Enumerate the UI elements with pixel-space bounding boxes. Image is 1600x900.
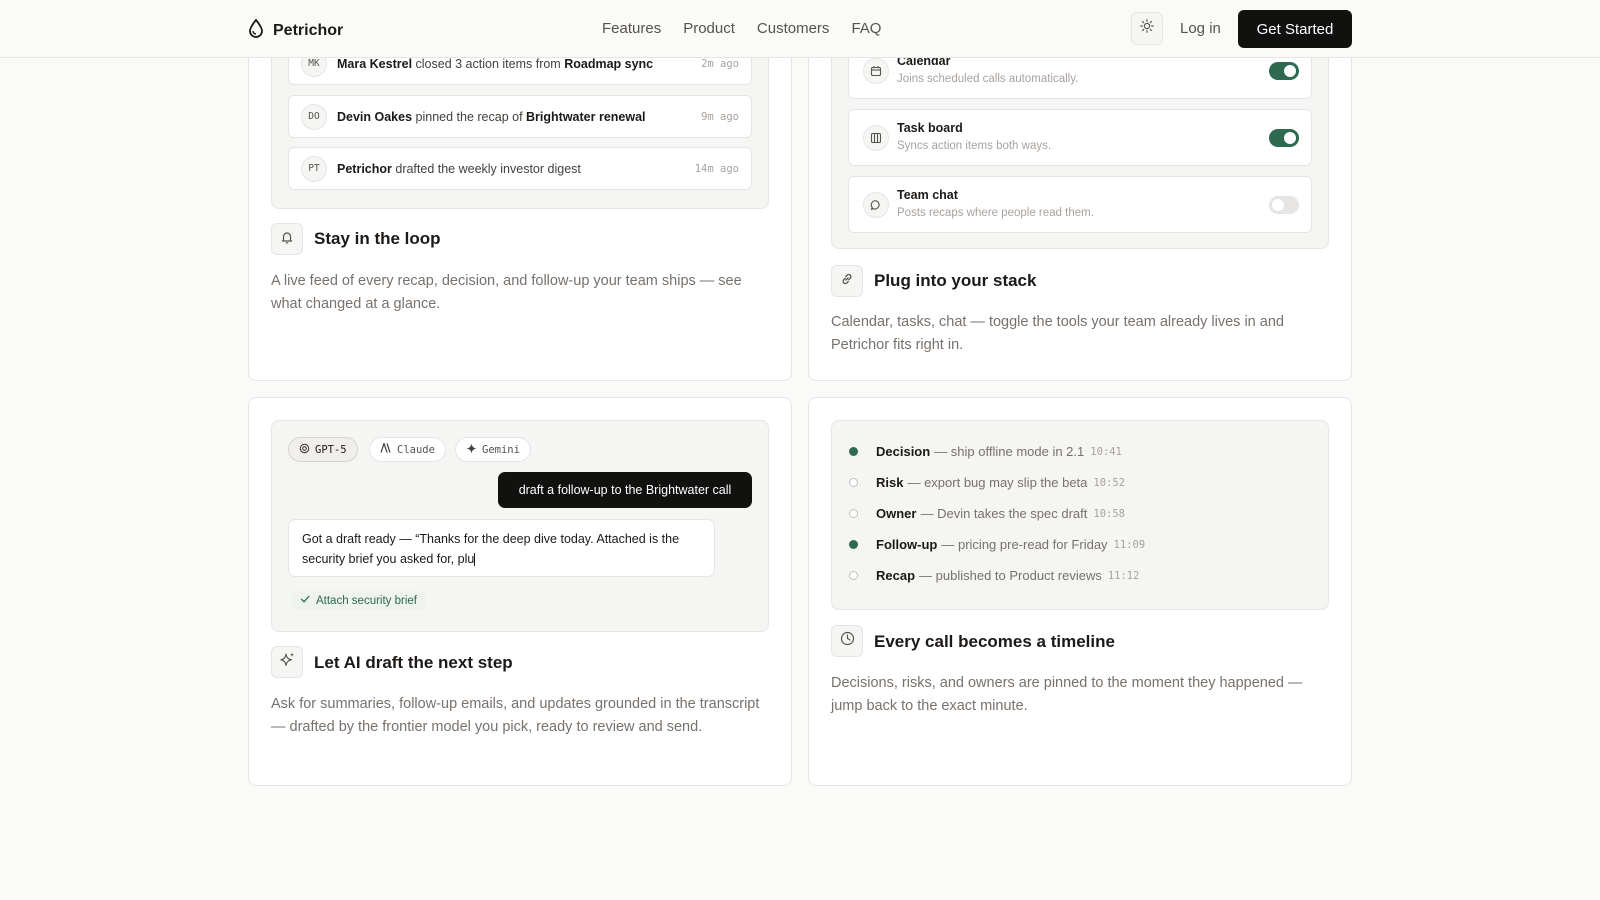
timeline-item[interactable]: Recap — published to Product reviews 11:… — [849, 568, 1139, 583]
ai-response-bubble: Got a draft ready — “Thanks for the deep… — [288, 519, 715, 577]
activity-text: Petrichor drafted the weekly investor di… — [337, 161, 581, 176]
activity-time: 9m ago — [701, 110, 739, 123]
timeline-item[interactable]: Risk — export bug may slip the beta 10:5… — [849, 475, 1125, 490]
nav-link-features[interactable]: Features — [602, 20, 661, 37]
model-chip-claude[interactable]: Claude — [369, 437, 446, 462]
drop-logo-icon — [248, 18, 264, 43]
link-icon — [840, 272, 854, 291]
text-cursor — [474, 553, 476, 567]
timeline-time: 11:09 — [1113, 538, 1146, 551]
timeline-dot — [849, 447, 858, 456]
timeline-time: 10:41 — [1090, 445, 1122, 458]
sparkles-icon — [279, 652, 295, 672]
timeline-dot — [849, 509, 858, 518]
model-name: Claude — [397, 443, 435, 456]
feature-title: Plug into your stack — [874, 271, 1037, 290]
model-name: GPT-5 — [315, 443, 347, 456]
top-nav: Petrichor Features Product Customers FAQ… — [0, 0, 1600, 58]
timeline-label: Follow-up — [876, 537, 938, 552]
nav-link-faq[interactable]: FAQ — [851, 20, 881, 37]
timeline-text: — pricing pre-read for Friday — [941, 537, 1108, 552]
anthropic-icon — [380, 441, 392, 456]
timeline-dot — [849, 571, 858, 580]
feature-description: Calendar, tasks, chat — toggle the tools… — [831, 314, 1284, 353]
feature-description: Ask for summaries, follow-up emails, and… — [271, 696, 760, 735]
activity-text: Devin Oakes pinned the recap of Brightwa… — [337, 109, 646, 124]
integration-name: Task board — [897, 121, 963, 135]
feature-title: Every call becomes a timeline — [874, 632, 1115, 651]
model-chip-gpt5[interactable]: GPT-5 — [288, 437, 358, 462]
nav-link-product[interactable]: Product — [683, 20, 735, 37]
action-label: Attach security brief — [316, 594, 417, 607]
timeline-label: Risk — [876, 475, 904, 490]
integration-description: Syncs action items both ways. — [897, 140, 1052, 152]
feature-icon-box — [831, 625, 863, 657]
theme-toggle-button[interactable] — [1131, 12, 1163, 45]
task-board-toggle[interactable] — [1269, 129, 1299, 147]
timeline-label: Recap — [876, 568, 916, 583]
check-icon — [300, 594, 310, 607]
bell-icon — [280, 230, 294, 249]
timeline-item[interactable]: Owner — Devin takes the spec draft 10:58 — [849, 506, 1125, 521]
timeline-item[interactable]: Decision — ship offline mode in 2.1 10:4… — [849, 444, 1122, 459]
kanban-icon — [863, 125, 889, 151]
calendar-toggle[interactable] — [1269, 62, 1299, 80]
integration-description: Posts recaps where people read them. — [897, 207, 1094, 219]
login-link[interactable]: Log in — [1180, 20, 1221, 37]
brand-name: Petrichor — [273, 21, 344, 39]
timeline-time: 10:58 — [1093, 507, 1125, 520]
timeline-time: 10:52 — [1093, 476, 1126, 489]
timeline-dot — [849, 478, 858, 487]
activity-text: Mara Kestrel closed 3 action items from … — [337, 56, 654, 71]
integration-row-task-board: Task board Syncs action items both ways. — [848, 109, 1312, 166]
feature-icon-box — [271, 223, 303, 255]
ai-response-text: Got a draft ready — “Thanks for the deep… — [302, 532, 680, 566]
activity-time: 2m ago — [701, 57, 739, 70]
model-chip-gemini[interactable]: Gemini — [455, 437, 531, 462]
timeline-item[interactable]: Follow-up — pricing pre-read for Friday … — [849, 537, 1145, 552]
chat-bubble-icon — [863, 192, 889, 218]
feature-icon-box — [831, 265, 863, 297]
get-started-button[interactable]: Get Started — [1238, 10, 1352, 48]
integration-description: Joins scheduled calls automatically. — [897, 73, 1079, 85]
model-name: Gemini — [482, 443, 520, 456]
integration-row-team-chat: Team chat Posts recaps where people read… — [848, 176, 1312, 233]
timeline-label: Decision — [876, 444, 931, 459]
timeline-text: — ship offline mode in 2.1 — [934, 444, 1085, 459]
feature-title: Stay in the loop — [314, 229, 441, 248]
team-chat-toggle[interactable] — [1269, 196, 1299, 214]
feature-description: A live feed of every recap, decision, an… — [271, 273, 742, 312]
user-prompt-bubble: draft a follow-up to the Brightwater cal… — [498, 472, 752, 508]
timeline-text: — export bug may slip the beta — [907, 475, 1088, 490]
activity-item[interactable]: DO Devin Oakes pinned the recap of Brigh… — [288, 95, 752, 138]
clock-icon — [840, 631, 855, 651]
sparkle-icon — [466, 443, 477, 457]
attach-security-brief-button[interactable]: Attach security brief — [292, 591, 425, 610]
nav-links: Features Product Customers FAQ — [602, 20, 903, 37]
openai-icon — [299, 443, 310, 457]
timeline-time: 11:12 — [1107, 569, 1140, 582]
timeline-dot — [849, 540, 858, 549]
timeline-label: Owner — [876, 506, 917, 521]
timeline-text: — published to Product reviews — [919, 568, 1102, 583]
feature-title: Let AI draft the next step — [314, 653, 513, 672]
avatar: PT — [301, 155, 327, 182]
brand[interactable]: Petrichor — [248, 18, 343, 43]
calendar-icon — [863, 58, 889, 84]
nav-link-customers[interactable]: Customers — [757, 20, 830, 37]
integration-name: Team chat — [897, 188, 958, 202]
activity-item[interactable]: PT Petrichor drafted the weekly investor… — [288, 147, 752, 190]
sun-icon — [1140, 19, 1154, 38]
activity-time: 14m ago — [694, 162, 739, 175]
feature-description: Decisions, risks, and owners are pinned … — [831, 675, 1303, 714]
avatar: DO — [301, 103, 327, 130]
timeline-text: — Devin takes the spec draft — [920, 506, 1088, 521]
feature-icon-box — [271, 646, 303, 678]
